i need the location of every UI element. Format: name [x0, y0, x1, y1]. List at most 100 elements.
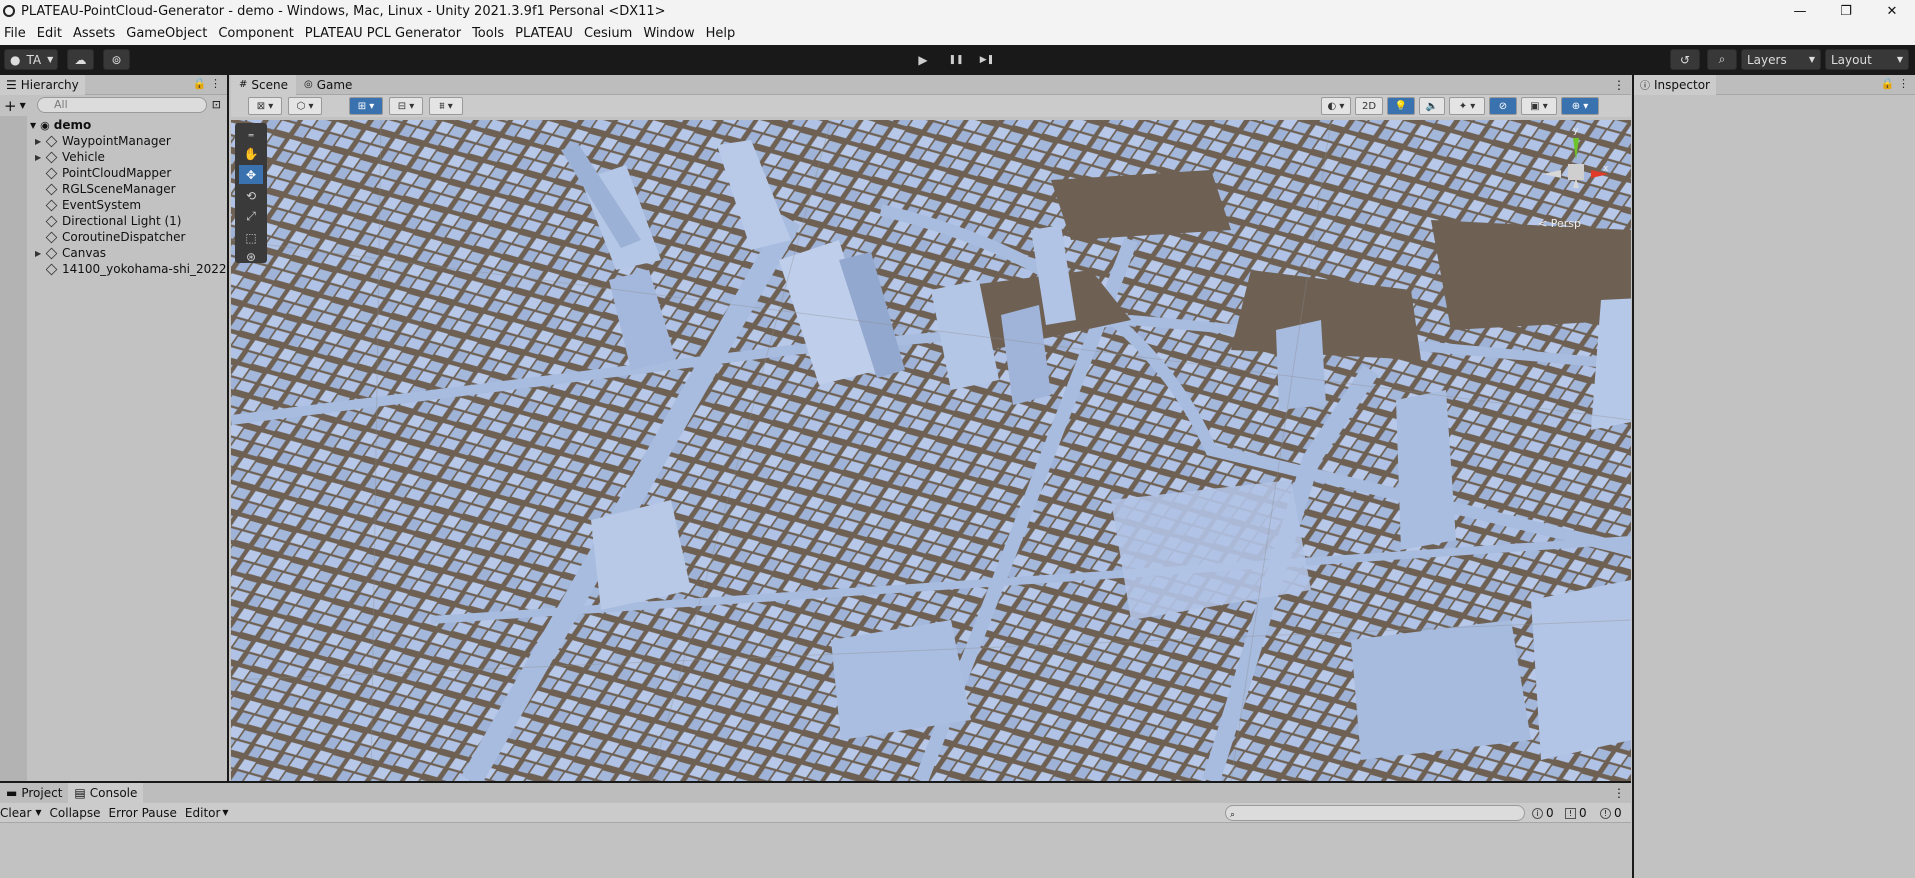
hierarchy-item-label: RGLSceneManager	[62, 182, 176, 196]
step-button[interactable]: ▶❚	[972, 49, 1002, 70]
tab-game[interactable]: ◎ Game	[296, 75, 360, 95]
chevron-down-icon[interactable]: ▼	[222, 808, 228, 817]
effects-dropdown[interactable]: ✦ ▾	[1449, 97, 1485, 115]
gizmo-y-label: y	[1573, 126, 1579, 136]
orientation-gizmo[interactable]: y x	[1541, 126, 1611, 218]
shading-dropdown[interactable]: ⬡ ▾	[288, 97, 322, 115]
grid-snap-toggle[interactable]: ⊞ ▾	[349, 97, 383, 115]
gameobject-icon	[45, 183, 58, 195]
visibility-gutter[interactable]	[0, 116, 27, 781]
search-button[interactable]: ⌕	[1707, 49, 1737, 70]
layout-dropdown[interactable]: Layout ▼	[1825, 49, 1909, 70]
hierarchy-item[interactable]: ▶ Vehicle	[35, 149, 105, 165]
draw-mode-dropdown[interactable]: ⊠ ▾	[248, 97, 282, 115]
menu-gameobject[interactable]: GameObject	[126, 26, 207, 41]
minimize-button[interactable]: —	[1777, 0, 1823, 22]
hierarchy-item[interactable]: CoroutineDispatcher	[45, 229, 185, 245]
lightbulb-icon: 💡	[1394, 100, 1408, 112]
transform-tool-palette: ═ ✋ ✥ ⟲ ⤢ ⬚ ⊛	[235, 123, 267, 266]
cloud-button[interactable]: ☁	[67, 49, 94, 70]
more-icon[interactable]: ⋮	[1613, 78, 1625, 92]
maximize-button[interactable]: ❐	[1823, 0, 1869, 22]
error-pause-button[interactable]: Error Pause	[109, 806, 177, 820]
pause-button[interactable]: ❚❚	[941, 49, 971, 70]
filter-icon[interactable]: ⊡	[212, 98, 221, 111]
lock-and-more-icon[interactable]: 🔒 ⋮	[193, 77, 221, 90]
tab-scene[interactable]: # Scene	[231, 74, 296, 95]
lock-and-more-icon[interactable]: 🔒 ⋮	[1881, 77, 1909, 90]
drag-handle-icon[interactable]: ═	[239, 126, 263, 145]
hierarchy-root-scene[interactable]: ▼ ◉ demo	[30, 117, 91, 133]
chevron-down-icon[interactable]: ▼	[35, 808, 41, 817]
increment-snap-dropdown[interactable]: ⊟ ▾	[389, 97, 423, 115]
audio-toggle[interactable]: 🔈	[1419, 97, 1445, 115]
log-count-toggle[interactable]: i0	[1532, 806, 1562, 820]
menu-edit[interactable]: Edit	[37, 26, 62, 41]
menu-plateau[interactable]: PLATEAU	[515, 26, 573, 41]
hierarchy-item[interactable]: RGLSceneManager	[45, 181, 176, 197]
console-search-input[interactable]: ⌕	[1225, 805, 1525, 821]
gizmo-icon: ⊕ ▾	[1571, 100, 1589, 112]
menu-tools[interactable]: Tools	[472, 26, 504, 41]
tab-inspector[interactable]: ⓘ Inspector	[1634, 74, 1716, 95]
rotate-tool-icon[interactable]: ⟲	[239, 186, 263, 205]
play-button[interactable]: ▶	[908, 49, 938, 70]
layers-label: Layers	[1747, 52, 1787, 67]
2d-toggle[interactable]: 2D	[1355, 97, 1383, 115]
close-button[interactable]: ✕	[1869, 0, 1915, 22]
more-icon[interactable]: ⋮	[1613, 786, 1625, 800]
align-dropdown[interactable]: ⩩ ▾	[429, 97, 463, 115]
menu-help[interactable]: Help	[706, 26, 736, 41]
collapse-button[interactable]: Collapse	[50, 806, 101, 820]
layout-label: Layout	[1831, 52, 1872, 67]
warning-count-toggle[interactable]: ! 0	[1565, 806, 1595, 820]
layers-dropdown[interactable]: Layers ▼	[1741, 49, 1821, 70]
tab-console[interactable]: ▤ Console	[68, 783, 144, 803]
error-count-toggle[interactable]: ! 0	[1600, 806, 1630, 820]
move-tool-icon[interactable]: ✥	[239, 165, 263, 184]
folder-icon: ▬	[6, 786, 18, 800]
account-dropdown[interactable]: ● TA ▼	[4, 49, 58, 70]
hierarchy-tab-label: Hierarchy	[20, 77, 79, 92]
account-icon: ●	[10, 52, 21, 67]
main-toolbar: ● TA ▼ ☁ ⊚ ▶ ❚❚ ▶❚ ↺ ⌕ Layers ▼ Layout ▼	[0, 45, 1915, 75]
tab-hierarchy[interactable]: ☰ Hierarchy	[0, 74, 85, 95]
transform-tool-icon[interactable]: ⊛	[239, 247, 263, 266]
hand-tool-icon[interactable]: ✋	[239, 144, 263, 163]
hierarchy-item[interactable]: ▶ Canvas	[35, 245, 106, 261]
rect-tool-icon[interactable]: ⬚	[239, 228, 263, 247]
menu-file[interactable]: File	[4, 26, 26, 41]
gizmos-dropdown[interactable]: ⊕ ▾	[1561, 97, 1599, 115]
lighting-toggle[interactable]: 💡	[1387, 97, 1415, 115]
hierarchy-item[interactable]: Directional Light (1)	[45, 213, 182, 229]
history-button[interactable]: ↺	[1670, 49, 1700, 70]
menu-window[interactable]: Window	[643, 26, 694, 41]
collab-button[interactable]: ⊚	[103, 49, 130, 70]
hierarchy-search-input[interactable]: All	[37, 97, 207, 113]
hierarchy-item-label: Directional Light (1)	[62, 214, 182, 228]
editor-dropdown[interactable]: Editor	[185, 806, 221, 820]
hierarchy-item[interactable]: EventSystem	[45, 197, 141, 213]
hierarchy-item[interactable]: ▶ WaypointManager	[35, 133, 171, 149]
gameobject-icon	[45, 215, 58, 227]
render-mode-dropdown[interactable]: ◐ ▾	[1321, 97, 1351, 115]
menu-cesium[interactable]: Cesium	[584, 26, 632, 41]
tab-project[interactable]: ▬ Project	[0, 783, 68, 803]
menu-plateau-pcl-generator[interactable]: PLATEAU PCL Generator	[305, 26, 461, 41]
gameobject-icon	[45, 167, 58, 179]
cube-icon: ⬡ ▾	[296, 100, 314, 112]
chevron-down-icon[interactable]: ▼	[20, 101, 26, 110]
scale-tool-icon[interactable]: ⤢	[239, 207, 263, 226]
hierarchy-item[interactable]: ▶14100_yokohama-shi_2022	[46, 261, 227, 277]
menu-component[interactable]: Component	[218, 26, 293, 41]
scene-viewport[interactable]: ═ ✋ ✥ ⟲ ⤢ ⬚ ⊛ y x < Persp	[231, 120, 1631, 781]
hidden-objects-toggle[interactable]: ⊘	[1489, 97, 1517, 115]
perspective-label[interactable]: < Persp	[1538, 217, 1581, 230]
camera-dropdown[interactable]: ▣ ▾	[1521, 97, 1557, 115]
hierarchy-item[interactable]: PointCloudMapper	[45, 165, 171, 181]
add-icon[interactable]: +	[4, 97, 17, 115]
grid-snap-icon: ⊞ ▾	[357, 100, 375, 112]
menu-assets[interactable]: Assets	[73, 26, 115, 41]
camera-icon: ▣ ▾	[1530, 100, 1548, 112]
clear-button[interactable]: Clear	[0, 806, 31, 820]
